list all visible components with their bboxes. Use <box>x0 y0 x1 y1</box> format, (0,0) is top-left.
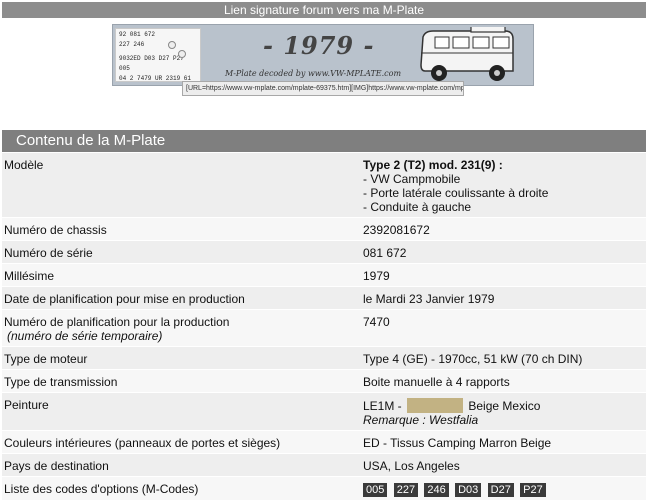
row-label-main: Numéro de planification pour la producti… <box>4 315 230 329</box>
row-value: USA, Los Angeles <box>363 459 460 473</box>
row-label: Date de planification pour mise en produ… <box>4 292 245 306</box>
mplate-thumbnail: 92 081 672 227 246 9032ED D03 D27 P27 00… <box>115 28 201 82</box>
plate-line: 9032ED D03 D27 P27 005 <box>119 55 184 72</box>
row-label: Numéro de chassis <box>4 223 107 237</box>
table-row-mcodes: Liste des codes d'options (M-Codes) 005 … <box>2 477 646 501</box>
row-sublabel: (numéro de série temporaire) <box>7 329 163 343</box>
row-value: 7470 <box>363 315 390 329</box>
signature-url-field[interactable]: [URL=https://www.vw-mplate.com/mplate-69… <box>182 81 464 96</box>
model-title: Type 2 (T2) mod. 231(9) : <box>363 158 503 172</box>
table-row-transmission: Type de transmission Boite manuelle à 4 … <box>2 370 646 393</box>
model-line: - Conduite à gauche <box>363 200 472 214</box>
row-label: Peinture <box>4 398 49 412</box>
table-row-serie: Numéro de série 081 672 <box>2 241 646 264</box>
row-label: Numéro de planification pour la producti… <box>2 310 354 346</box>
row-label: Liste des codes d'options (M-Codes) <box>4 482 199 496</box>
rivet-hole <box>168 41 176 49</box>
paint-code: LE1M - <box>363 399 402 413</box>
year-banner: - 1979 - <box>263 31 375 60</box>
model-line: - VW Campmobile <box>363 172 461 186</box>
paint-remark: Remarque : Westfalia <box>363 413 479 427</box>
table-row-planif-date: Date de planification pour mise en produ… <box>2 287 646 310</box>
table-row-interieur: Couleurs intérieures (panneaux de portes… <box>2 431 646 454</box>
row-label: Type de moteur <box>4 352 88 366</box>
row-label: Numéro de série <box>4 246 93 260</box>
table-row-peinture: Peinture LE1M - Beige Mexico Remarque : … <box>2 393 646 431</box>
row-value: Type 2 (T2) mod. 231(9) : - VW Campmobil… <box>354 153 646 217</box>
signature-title-bar: Lien signature forum vers ma M-Plate <box>2 2 646 18</box>
table-row-chassis: Numéro de chassis 2392081672 <box>2 218 646 241</box>
row-value: 1979 <box>363 269 390 283</box>
mplate-table: Modèle Type 2 (T2) mod. 231(9) : - VW Ca… <box>2 153 646 501</box>
row-value: 081 672 <box>363 246 407 260</box>
paint-color-swatch <box>407 398 464 413</box>
mplate-signature-banner[interactable]: 92 081 672 227 246 9032ED D03 D27 P27 00… <box>112 24 534 86</box>
mcode-chip[interactable]: 005 <box>363 483 388 497</box>
model-line: - Porte latérale coulissante à droite <box>363 186 549 200</box>
paint-name: Beige Mexico <box>468 399 541 413</box>
table-row-planif-num: Numéro de planification pour la producti… <box>2 310 646 347</box>
row-value: LE1M - Beige Mexico Remarque : Westfalia <box>354 393 646 430</box>
mcode-chip[interactable]: P27 <box>520 483 546 497</box>
mcode-chip[interactable]: D27 <box>487 483 514 497</box>
section-title: Contenu de la M-Plate <box>16 132 166 149</box>
mcode-chip[interactable]: D03 <box>455 483 482 497</box>
table-row-pays: Pays de destination USA, Los Angeles <box>2 454 646 477</box>
table-row-millesime: Millésime 1979 <box>2 264 646 287</box>
rivet-hole <box>178 50 186 58</box>
section-header: Contenu de la M-Plate <box>2 130 646 152</box>
table-row-modele: Modèle Type 2 (T2) mod. 231(9) : - VW Ca… <box>2 153 646 218</box>
row-label: Millésime <box>4 269 55 283</box>
plate-line: 227 246 <box>119 41 145 48</box>
row-label: Pays de destination <box>4 459 109 473</box>
mcode-chip[interactable]: 227 <box>393 483 419 497</box>
row-value: le Mardi 23 Janvier 1979 <box>363 292 495 306</box>
plate-line: 92 081 672 <box>119 31 156 38</box>
mcode-chip[interactable]: 246 <box>424 483 449 497</box>
row-value: Boite manuelle à 4 rapports <box>363 375 510 389</box>
decoded-by-text: M-Plate decoded by www.VW-MPLATE.com <box>225 69 402 78</box>
vw-van-icon <box>420 27 514 81</box>
row-value: 2392081672 <box>363 223 430 237</box>
row-value: 005 227 246 D03 D27 P27 <box>354 477 646 500</box>
row-label: Couleurs intérieures (panneaux de portes… <box>4 436 281 450</box>
row-label: Modèle <box>4 158 44 172</box>
row-value: Type 4 (GE) - 1970cc, 51 kW (70 ch DIN) <box>363 352 583 366</box>
row-label: Type de transmission <box>4 375 118 389</box>
table-row-moteur: Type de moteur Type 4 (GE) - 1970cc, 51 … <box>2 347 646 370</box>
row-value: ED - Tissus Camping Marron Beige <box>363 436 552 450</box>
